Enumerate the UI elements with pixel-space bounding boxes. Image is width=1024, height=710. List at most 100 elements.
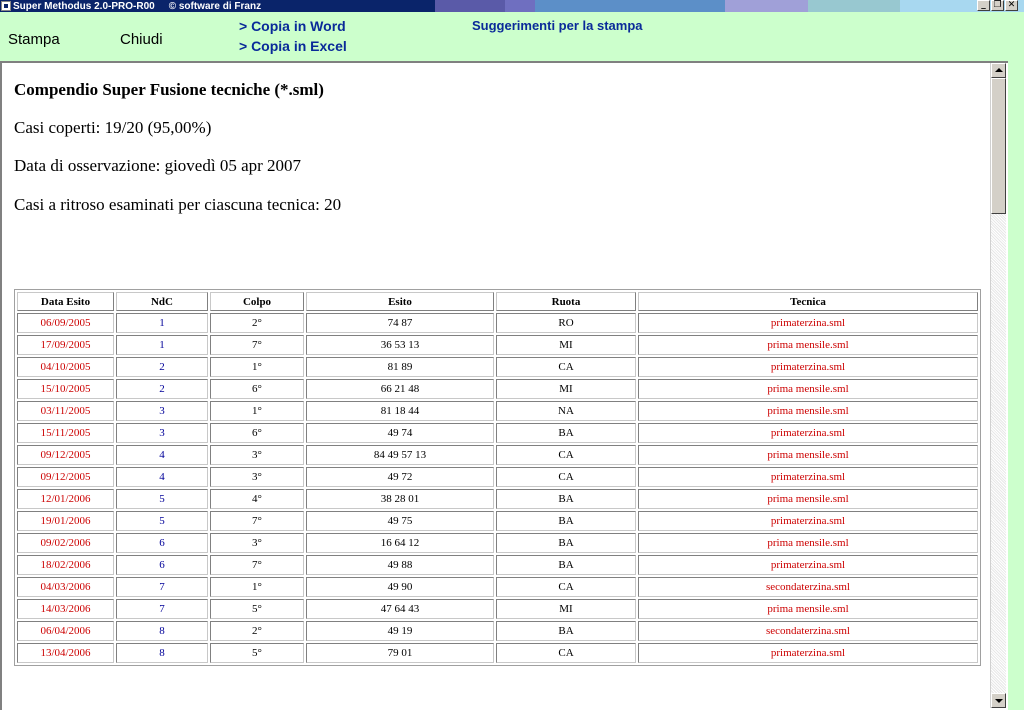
cell-esito: 81 89 <box>306 357 494 377</box>
cell-ndc: 6 <box>116 533 208 553</box>
cell-colpo: 1° <box>210 357 304 377</box>
column-header-colpo: Colpo <box>210 292 304 311</box>
cell-tecnica: primaterzina.sml <box>638 313 978 333</box>
title-bar-caption: Super Methodus 2.0-PRO-R00 © software di… <box>0 0 435 12</box>
cell-date: 17/09/2005 <box>17 335 114 355</box>
cell-esito: 84 49 57 13 <box>306 445 494 465</box>
cell-ndc: 1 <box>116 335 208 355</box>
examined-cases-text: Casi a ritroso esaminati per ciascuna te… <box>14 195 342 214</box>
minimize-icon[interactable]: _ <box>977 0 990 11</box>
cell-date: 15/10/2005 <box>17 379 114 399</box>
cell-ruota: CA <box>496 357 636 377</box>
cell-ndc: 8 <box>116 643 208 663</box>
cell-tecnica: primaterzina.sml <box>638 555 978 575</box>
cell-colpo: 1° <box>210 401 304 421</box>
cell-ndc: 2 <box>116 379 208 399</box>
restore-icon[interactable]: ❐ <box>991 0 1004 11</box>
cell-colpo: 6° <box>210 423 304 443</box>
cell-ruota: MI <box>496 335 636 355</box>
table-row: 17/09/2005 1 7° 36 53 13 MI prima mensile.sml <box>17 335 978 355</box>
copy-to-excel-link[interactable]: > Copia in Excel <box>239 38 347 54</box>
cell-date: 13/04/2006 <box>17 643 114 663</box>
cell-esito: 49 75 <box>306 511 494 531</box>
table-row: 14/03/2006 7 5° 47 64 43 MI prima mensile.sml <box>17 599 978 619</box>
cell-ndc: 5 <box>116 511 208 531</box>
table-row: 13/04/2006 8 5° 79 01 CA primaterzina.sml <box>17 643 978 663</box>
cell-ndc: 4 <box>116 445 208 465</box>
covered-cases-text: Casi coperti: 19/20 (95,00%) <box>14 118 212 137</box>
cell-ndc: 4 <box>116 467 208 487</box>
print-button[interactable]: Stampa <box>8 31 60 48</box>
cell-colpo: 4° <box>210 489 304 509</box>
cell-ruota: RO <box>496 313 636 333</box>
window-copyright: © software di Franz <box>168 0 262 12</box>
cell-ruota: CA <box>496 577 636 597</box>
print-tips-link[interactable]: Suggerimenti per la stampa <box>472 18 643 33</box>
column-header-ruota: Ruota <box>496 292 636 311</box>
cell-tecnica: secondaterzina.sml <box>638 621 978 641</box>
table-row: 03/11/2005 3 1° 81 18 44 NA prima mensile.sml <box>17 401 978 421</box>
cell-ndc: 3 <box>116 423 208 443</box>
close-button[interactable]: Chiudi <box>120 31 163 48</box>
cell-date: 09/12/2005 <box>17 445 114 465</box>
table-row: 09/12/2005 4 3° 84 49 57 13 CA prima mensile.… <box>17 445 978 465</box>
cell-esito: 49 88 <box>306 555 494 575</box>
column-header-tecnica: Tecnica <box>638 292 978 311</box>
cell-tecnica: primaterzina.sml <box>638 643 978 663</box>
cell-tecnica: prima mensile.sml <box>638 599 978 619</box>
cell-date: 04/03/2006 <box>17 577 114 597</box>
vertical-scrollbar[interactable] <box>990 63 1006 708</box>
cell-tecnica: prima mensile.sml <box>638 401 978 421</box>
cell-date: 15/11/2005 <box>17 423 114 443</box>
cell-ruota: CA <box>496 445 636 465</box>
column-header-ndc: NdC <box>116 292 208 311</box>
cell-ruota: MI <box>496 379 636 399</box>
cell-ndc: 1 <box>116 313 208 333</box>
cell-tecnica: prima mensile.sml <box>638 445 978 465</box>
copy-to-word-link[interactable]: > Copia in Word <box>239 18 346 34</box>
cell-tecnica: prima mensile.sml <box>638 335 978 355</box>
cell-tecnica: primaterzina.sml <box>638 423 978 443</box>
cell-esito: 16 64 12 <box>306 533 494 553</box>
scrollbar-thumb[interactable] <box>991 78 1006 214</box>
cell-ruota: BA <box>496 511 636 531</box>
cell-ruota: NA <box>496 401 636 421</box>
cell-esito: 49 90 <box>306 577 494 597</box>
cell-colpo: 2° <box>210 621 304 641</box>
column-header-esito: Esito <box>306 292 494 311</box>
cell-date: 09/02/2006 <box>17 533 114 553</box>
cell-colpo: 7° <box>210 555 304 575</box>
cell-date: 09/12/2005 <box>17 467 114 487</box>
cell-date: 06/04/2006 <box>17 621 114 641</box>
observation-date-text: Data di osservazione: giovedì 05 apr 200… <box>14 156 302 175</box>
table-row: 06/04/2006 8 2° 49 19 BA secondaterzina.sml <box>17 621 978 641</box>
cell-tecnica: secondaterzina.sml <box>638 577 978 597</box>
scroll-down-button[interactable] <box>991 693 1006 708</box>
cell-esito: 47 64 43 <box>306 599 494 619</box>
scroll-up-button[interactable] <box>991 63 1006 78</box>
cell-colpo: 7° <box>210 511 304 531</box>
window-controls: _ ❐ ✕ <box>977 0 1018 11</box>
cell-date: 03/11/2005 <box>17 401 114 421</box>
cell-esito: 49 74 <box>306 423 494 443</box>
column-header-date: Data Esito <box>17 292 114 311</box>
cell-esito: 81 18 44 <box>306 401 494 421</box>
cell-ruota: MI <box>496 599 636 619</box>
cell-tecnica: primaterzina.sml <box>638 467 978 487</box>
results-table: Data Esito NdC Colpo Esito Ruota Tecnica… <box>14 289 981 666</box>
cell-tecnica: prima mensile.sml <box>638 533 978 553</box>
table-row: 04/03/2006 7 1° 49 90 CA secondaterzina.sml <box>17 577 978 597</box>
table-row: 15/11/2005 3 6° 49 74 BA primaterzina.sml <box>17 423 978 443</box>
arrow-up-icon <box>995 68 1003 72</box>
cell-ndc: 3 <box>116 401 208 421</box>
table-row: 06/09/2005 1 2° 74 87 RO primaterzina.sml <box>17 313 978 333</box>
toolbar: Stampa Chiudi > Copia in Word > Copia in… <box>0 12 1024 60</box>
cell-colpo: 3° <box>210 445 304 465</box>
close-icon[interactable]: ✕ <box>1005 0 1018 11</box>
cell-ndc: 2 <box>116 357 208 377</box>
cell-date: 14/03/2006 <box>17 599 114 619</box>
cell-ruota: BA <box>496 555 636 575</box>
cell-esito: 49 19 <box>306 621 494 641</box>
cell-ruota: BA <box>496 423 636 443</box>
app-icon <box>1 1 11 11</box>
